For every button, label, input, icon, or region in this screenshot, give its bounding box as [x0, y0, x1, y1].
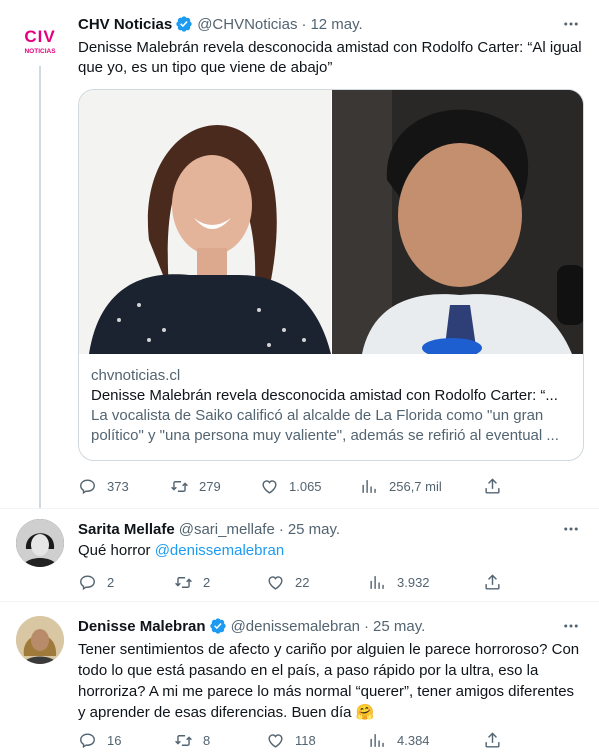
tweet-header: Sarita Mellafe @sari_mellafe · 25 may. — [78, 519, 340, 539]
tweet-header: Denisse Malebran @denissemalebran · 25 m… — [78, 616, 425, 636]
retweet-icon — [171, 481, 188, 492]
more-icon — [564, 527, 578, 531]
share-icon — [485, 478, 500, 494]
views-count: 4.384 — [397, 733, 430, 748]
card-image-right — [332, 90, 583, 354]
views-count: 3.932 — [397, 575, 430, 590]
tweet-date[interactable]: 12 may. — [310, 16, 362, 33]
retweet-count: 279 — [199, 479, 221, 494]
more-icon — [564, 624, 578, 628]
author-name[interactable]: CHV Noticias — [78, 16, 172, 33]
author-name[interactable]: Sarita Mellafe — [78, 521, 175, 538]
tweet-chv-noticias[interactable]: C CIV CIV NOTICIAS CHV Noticias @CHVNoti… — [0, 0, 599, 508]
tweet-date[interactable]: 25 may. — [373, 618, 425, 635]
share-icon — [485, 732, 500, 748]
separator: · — [301, 15, 307, 33]
tweet-sarita-mellafe[interactable]: Sarita Mellafe @sari_mellafe · 25 may. Q… — [0, 509, 599, 601]
reply-icon — [80, 733, 95, 749]
author-name[interactable]: Denisse Malebran — [78, 618, 206, 635]
author-handle[interactable]: @denissemalebran — [231, 618, 360, 635]
separator: · — [364, 617, 370, 635]
chv-logo: C CIV CIV NOTICIAS — [16, 25, 64, 55]
like-icon — [268, 576, 283, 590]
retweet-icon — [175, 735, 192, 746]
author-handle[interactable]: @sari_mellafe — [179, 521, 275, 538]
tweet-denisse-malebran[interactable]: Denisse Malebran @denissemalebran · 25 m… — [0, 602, 599, 753]
avatar-chv-noticias[interactable]: C CIV CIV NOTICIAS — [16, 12, 64, 60]
reply-icon — [80, 479, 95, 495]
author-handle[interactable]: @CHVNoticias — [197, 16, 297, 33]
retweet-count: 2 — [203, 575, 211, 590]
chv-logo-text: NOTICIAS — [24, 48, 56, 55]
verified-icon — [176, 16, 192, 32]
like-count: 118 — [295, 733, 316, 748]
more-button[interactable] — [561, 519, 581, 539]
tweet-text: Denisse Malebrán revela desconocida amis… — [78, 39, 582, 76]
share-icon — [485, 574, 500, 590]
separator: · — [278, 520, 284, 538]
card-title[interactable]: Denisse Malebrán revela desconocida amis… — [91, 386, 571, 406]
tweet-actions: 2 2 22 3.932 — [78, 573, 508, 593]
avatar-denisse-malebran[interactable] — [16, 616, 64, 664]
views-icon — [370, 734, 384, 747]
reply-button[interactable]: 373 — [78, 477, 129, 496]
share-button[interactable] — [483, 477, 512, 496]
reply-count: 373 — [107, 479, 129, 494]
views-button[interactable]: 256,7 mil — [360, 477, 442, 496]
avatar-sarita-mellafe[interactable] — [16, 519, 64, 567]
share-button[interactable] — [483, 731, 512, 750]
views-button[interactable]: 4.384 — [368, 731, 430, 750]
tweet-text-plain: Qué horror — [78, 542, 155, 559]
share-button[interactable] — [483, 573, 512, 592]
link-card[interactable]: chvnoticias.cl Denisse Malebrán revela d… — [78, 89, 584, 461]
tweet-text: Qué horror @denissemalebran — [78, 541, 583, 561]
views-icon — [370, 576, 384, 589]
retweet-button[interactable]: 8 — [174, 731, 210, 750]
tweet-actions: 16 8 118 4.384 — [78, 731, 508, 751]
verified-icon — [209, 618, 226, 634]
card-domain[interactable]: chvnoticias.cl — [91, 366, 571, 386]
retweet-button[interactable]: 279 — [170, 477, 221, 496]
reply-count: 2 — [107, 575, 115, 590]
like-button[interactable]: 118 — [266, 731, 316, 750]
thread-line — [39, 66, 41, 508]
reply-icon — [80, 575, 95, 591]
like-count: 22 — [295, 575, 310, 590]
retweet-icon — [175, 577, 192, 588]
views-icon — [362, 480, 376, 493]
like-count: 1.065 — [289, 479, 322, 494]
like-icon — [262, 480, 277, 494]
card-image-left — [79, 90, 331, 354]
reply-button[interactable]: 16 — [78, 731, 121, 750]
reply-button[interactable]: 2 — [78, 573, 114, 592]
views-count: 256,7 mil — [389, 479, 442, 494]
mention-link[interactable]: @denissemalebran — [155, 542, 284, 559]
like-button[interactable]: 22 — [266, 573, 309, 592]
like-icon — [268, 734, 283, 748]
svg-text:CIV: CIV — [24, 27, 55, 46]
tweet-actions: 373 279 1.065 256,7 mil — [78, 477, 508, 497]
like-button[interactable]: 1.065 — [260, 477, 322, 496]
views-button[interactable]: 3.932 — [368, 573, 430, 592]
retweet-button[interactable]: 2 — [174, 573, 210, 592]
more-button[interactable] — [561, 616, 581, 636]
reply-count: 16 — [107, 733, 122, 748]
tweet-header: CHV Noticias @CHVNoticias · 12 may. — [78, 14, 363, 34]
more-button[interactable] — [561, 14, 581, 34]
retweet-count: 8 — [203, 733, 211, 748]
more-icon — [564, 22, 578, 26]
tweet-text: Tener sentimientos de afecto y cariño po… — [78, 641, 580, 721]
tweet-date[interactable]: 25 may. — [288, 521, 340, 538]
card-description: La vocalista de Saiko calificó al alcald… — [91, 407, 559, 444]
card-meta: chvnoticias.cl Denisse Malebrán revela d… — [91, 366, 571, 446]
